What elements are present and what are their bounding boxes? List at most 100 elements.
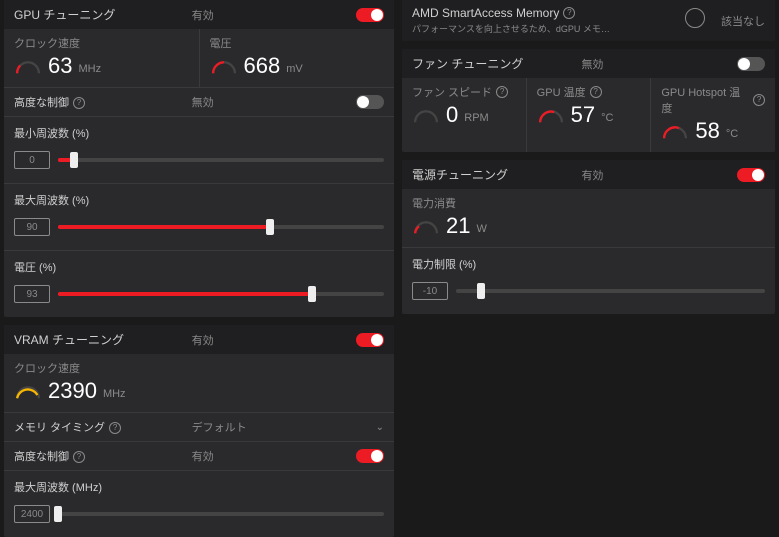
gpu-voltage-slider[interactable] xyxy=(58,292,384,296)
gauge-arc-icon xyxy=(661,122,689,142)
gpu-min-freq-title: 最小周波数 (%) xyxy=(14,125,384,141)
vram-max-freq-title: 最大周波数 (MHz) xyxy=(14,479,384,495)
power-tuning-toggle[interactable] xyxy=(737,168,765,182)
gpu-hotspot-unit: °C xyxy=(726,128,738,140)
gpu-hotspot-label: GPU Hotspot 温度 xyxy=(661,84,749,116)
gpu-clock-label: クロック速度 xyxy=(14,35,80,51)
power-tuning-card: 電源チューニング 有効 電力消費 21 W 電力制限 (%) -10 xyxy=(402,160,775,314)
vram-max-freq-slider[interactable] xyxy=(58,512,384,516)
info-icon[interactable]: ? xyxy=(109,422,121,434)
vram-clock-label: クロック速度 xyxy=(14,360,80,376)
info-icon[interactable]: ? xyxy=(496,86,508,98)
gauge-arc-icon xyxy=(412,217,440,237)
vram-tuning-state: 有効 xyxy=(192,332,356,348)
gpu-tuning-card: GPU チューニング 有効 クロック速度 63 MHz 電圧 668 mV xyxy=(4,0,394,317)
gpu-advanced-state: 無効 xyxy=(192,94,356,110)
info-icon[interactable]: ? xyxy=(590,86,602,98)
vram-clock-unit: MHz xyxy=(103,388,126,400)
power-tuning-title: 電源チューニング xyxy=(412,166,581,183)
power-draw-unit: W xyxy=(476,223,486,235)
vram-clock-value: 2390 xyxy=(48,380,97,402)
gpu-max-freq-input[interactable]: 90 xyxy=(14,218,50,236)
gpu-max-freq-slider[interactable] xyxy=(58,225,384,229)
vram-advanced-state: 有効 xyxy=(192,448,356,464)
vram-tuning-header: VRAM チューニング 有効 xyxy=(4,325,394,354)
gauge-arc-icon xyxy=(210,57,238,77)
power-draw-gauge: 電力消費 21 W xyxy=(402,189,775,247)
info-icon[interactable]: ? xyxy=(753,94,765,106)
gpu-tuning-title: GPU チューニング xyxy=(14,6,192,23)
gpu-max-freq-block: 最大周波数 (%) 90 xyxy=(4,183,394,250)
fan-gauge-row: ファン スピード? 0 RPM GPU 温度? 57 °C GPU Hotspo… xyxy=(402,78,775,152)
gpu-hotspot-gauge: GPU Hotspot 温度? 58 °C xyxy=(650,78,775,152)
fan-tuning-state: 無効 xyxy=(581,56,737,72)
power-tuning-header: 電源チューニング 有効 xyxy=(402,160,775,189)
sam-desc: パフォーマンスを向上させるため、dGPU メモ… xyxy=(412,22,675,35)
info-icon[interactable]: ? xyxy=(563,7,575,19)
power-gauge-row: 電力消費 21 W xyxy=(402,189,775,247)
power-tuning-state: 有効 xyxy=(581,167,737,183)
fan-speed-unit: RPM xyxy=(464,112,488,124)
gpu-tuning-toggle[interactable] xyxy=(356,8,384,22)
sam-title: AMD SmartAccess Memory xyxy=(412,6,559,20)
gpu-min-freq-input[interactable]: 0 xyxy=(14,151,50,169)
gpu-voltage-value: 668 xyxy=(244,55,281,77)
info-icon[interactable]: ? xyxy=(73,97,85,109)
vram-advanced-label: 高度な制御 xyxy=(14,451,69,463)
fan-tuning-toggle[interactable] xyxy=(737,57,765,71)
fan-tuning-title: ファン チューニング xyxy=(412,55,581,72)
gpu-voltage-title: 電圧 (%) xyxy=(14,259,384,275)
vram-advanced-row: 高度な制御? 有効 xyxy=(4,441,394,470)
gpu-tuning-header: GPU チューニング 有効 xyxy=(4,0,394,29)
gpu-voltage-gauge: 電圧 668 mV xyxy=(199,29,395,87)
power-limit-slider[interactable] xyxy=(456,289,765,293)
vram-tuning-toggle[interactable] xyxy=(356,333,384,347)
gpu-clock-value: 63 xyxy=(48,55,72,77)
fan-tuning-card: ファン チューニング 無効 ファン スピード? 0 RPM GPU 温度? 57… xyxy=(402,49,775,152)
gpu-advanced-toggle[interactable] xyxy=(356,95,384,109)
vram-advanced-toggle[interactable] xyxy=(356,449,384,463)
vram-clock-gauge: クロック速度 2390 MHz xyxy=(4,354,394,412)
gauge-arc-icon xyxy=(537,106,565,126)
power-draw-value: 21 xyxy=(446,215,470,237)
gpu-voltage-block: 電圧 (%) 93 xyxy=(4,250,394,317)
fan-speed-gauge: ファン スピード? 0 RPM xyxy=(402,78,526,152)
gauge-arc-icon xyxy=(412,106,440,126)
sam-status: 該当なし xyxy=(721,13,765,29)
vram-gauge-row: クロック速度 2390 MHz xyxy=(4,354,394,412)
gpu-max-freq-title: 最大周波数 (%) xyxy=(14,192,384,208)
gpu-clock-unit: MHz xyxy=(78,63,101,75)
vram-tuning-card: VRAM チューニング 有効 クロック速度 2390 MHz メモリ タイミング… xyxy=(4,325,394,537)
power-limit-block: 電力制限 (%) -10 xyxy=(402,247,775,314)
gpu-hotspot-value: 58 xyxy=(695,120,719,142)
gpu-gauge-row: クロック速度 63 MHz 電圧 668 mV xyxy=(4,29,394,87)
gpu-voltage-input[interactable]: 93 xyxy=(14,285,50,303)
gpu-temp-label: GPU 温度 xyxy=(537,84,586,100)
gpu-temp-gauge: GPU 温度? 57 °C xyxy=(526,78,651,152)
gpu-tuning-state: 有効 xyxy=(192,7,356,23)
vram-max-freq-input[interactable]: 2400 xyxy=(14,505,50,523)
gpu-temp-value: 57 xyxy=(571,104,595,126)
gpu-min-freq-block: 最小周波数 (%) 0 xyxy=(4,116,394,183)
gauge-arc-icon xyxy=(14,57,42,77)
gpu-clock-gauge: クロック速度 63 MHz xyxy=(4,29,199,87)
info-icon[interactable]: ? xyxy=(73,451,85,463)
chevron-down-icon: ⌄ xyxy=(376,422,384,433)
memory-chip-icon xyxy=(685,8,705,28)
gpu-voltage-unit: mV xyxy=(286,63,303,75)
gpu-advanced-label: 高度な制御 xyxy=(14,97,69,109)
gpu-voltage-label: 電圧 xyxy=(210,35,232,51)
fan-speed-value: 0 xyxy=(446,104,458,126)
vram-timing-row[interactable]: メモリ タイミング? デフォルト ⌄ xyxy=(4,412,394,441)
gauge-arc-icon xyxy=(14,382,42,402)
gpu-advanced-row: 高度な制御? 無効 xyxy=(4,87,394,116)
power-draw-label: 電力消費 xyxy=(412,195,456,211)
gpu-temp-unit: °C xyxy=(601,112,613,124)
power-limit-input[interactable]: -10 xyxy=(412,282,448,300)
vram-timing-label: メモリ タイミング xyxy=(14,422,105,434)
vram-max-freq-block: 最大周波数 (MHz) 2400 xyxy=(4,470,394,537)
gpu-min-freq-slider[interactable] xyxy=(58,158,384,162)
vram-timing-state: デフォルト xyxy=(192,419,376,435)
power-limit-title: 電力制限 (%) xyxy=(412,256,765,272)
vram-tuning-title: VRAM チューニング xyxy=(14,331,192,348)
